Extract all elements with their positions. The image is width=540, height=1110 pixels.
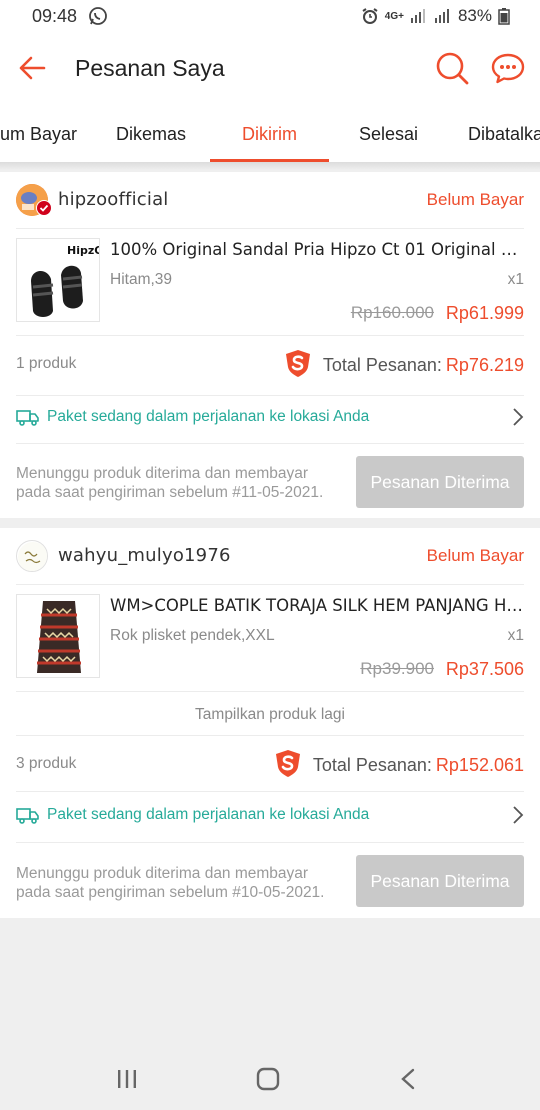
- product-variant: Hitam,39: [110, 271, 173, 288]
- order-received-button[interactable]: Pesanan Diterima: [356, 456, 524, 508]
- order-tabs: Belum Bayar Dikemas Dikirim Selesai Diba…: [0, 104, 540, 162]
- chat-icon[interactable]: [491, 52, 525, 89]
- product-thumbnail[interactable]: HipzO: [16, 238, 100, 322]
- home-icon[interactable]: [256, 1067, 280, 1096]
- chevron-right-icon: [512, 805, 524, 830]
- order-card[interactable]: hipzoofficial Belum Bayar HipzO 100% Ori…: [0, 172, 540, 518]
- order-status: Belum Bayar: [426, 190, 524, 209]
- shop-row[interactable]: hipzoofficial Belum Bayar: [0, 172, 540, 228]
- order-total: Total Pesanan: Rp76.219: [283, 348, 524, 383]
- divider: [16, 443, 524, 444]
- discounted-price: Rp61.999: [445, 303, 524, 323]
- divider: [16, 735, 524, 736]
- truck-icon: [16, 408, 40, 431]
- tab-belum-bayar[interactable]: Belum Bayar: [0, 124, 77, 145]
- shipping-status-text: Paket sedang dalam perjalanan ke lokasi …: [47, 806, 370, 823]
- shop-name: wahyu_mulyo1976: [58, 545, 231, 566]
- show-more-products[interactable]: Tampilkan produk lagi: [0, 706, 540, 724]
- tab-dikirim[interactable]: Dikirim: [242, 124, 297, 145]
- shipping-status-row[interactable]: Paket sedang dalam perjalanan ke lokasi …: [0, 396, 540, 440]
- original-price: Rp39.900: [360, 659, 434, 678]
- shipping-status-text: Paket sedang dalam perjalanan ke lokasi …: [47, 408, 370, 425]
- divider: [16, 842, 524, 843]
- divider: [16, 791, 524, 792]
- divider: [16, 691, 524, 692]
- whatsapp-icon: [88, 6, 108, 31]
- divider: [16, 335, 524, 336]
- product-count: 3 produk: [16, 755, 77, 772]
- product-name[interactable]: 100% Original Sandal Pria Hipzo Ct 01 Or…: [110, 240, 524, 259]
- nav-back-icon[interactable]: [400, 1068, 416, 1095]
- product-thumbnail[interactable]: [16, 594, 100, 678]
- discounted-price: Rp37.506: [445, 659, 524, 679]
- product-name[interactable]: WM>COPLE BATIK TORAJA SILK HEM PANJANG H…: [110, 596, 524, 615]
- total-value: Rp76.219: [445, 355, 524, 375]
- clock: 09:48: [32, 6, 78, 26]
- shield-icon: [273, 748, 303, 783]
- alarm-icon: [362, 8, 378, 24]
- shop-row[interactable]: wahyu_mulyo1976 Belum Bayar: [0, 528, 540, 584]
- battery-icon: [498, 8, 510, 25]
- battery-percent: 83%: [457, 6, 492, 25]
- status-bar: 09:48 4G+ 83%: [0, 0, 540, 34]
- top-bar: Pesanan Saya: [0, 34, 540, 104]
- total-value: Rp152.061: [435, 755, 524, 775]
- product-qty: x1: [507, 627, 524, 644]
- order-card[interactable]: wahyu_mulyo1976 Belum Bayar WM>COPLE BAT…: [0, 528, 540, 918]
- waiting-note: Menunggu produk diterima dan membayar pa…: [16, 865, 325, 901]
- product-variant: Rok plisket pendek,XXL: [110, 627, 275, 644]
- waiting-note: Menunggu produk diterima dan membayar pa…: [16, 465, 324, 501]
- original-price: Rp160.000: [350, 303, 434, 322]
- back-arrow-icon[interactable]: [16, 52, 48, 89]
- thumb-brand: HipzO: [67, 244, 100, 257]
- total-label: Total Pesanan:: [322, 355, 442, 375]
- truck-icon: [16, 806, 40, 829]
- shop-avatar: [16, 540, 48, 572]
- chevron-right-icon: [512, 407, 524, 432]
- divider: [16, 228, 524, 229]
- recent-apps-icon[interactable]: [116, 1068, 138, 1095]
- tabs-shadow: [0, 162, 540, 170]
- search-icon[interactable]: [434, 50, 470, 91]
- divider: [16, 584, 524, 585]
- page-title: Pesanan Saya: [75, 55, 225, 81]
- shop-name: hipzoofficial: [58, 189, 169, 210]
- total-label: Total Pesanan:: [312, 755, 432, 775]
- tab-dikemas[interactable]: Dikemas: [116, 124, 186, 145]
- tab-selesai[interactable]: Selesai: [359, 124, 418, 145]
- shield-icon: [283, 348, 313, 383]
- order-received-button[interactable]: Pesanan Diterima: [356, 855, 524, 907]
- signal-icon: [410, 9, 425, 23]
- product-qty: x1: [507, 271, 524, 288]
- verified-badge-icon: [36, 200, 52, 221]
- order-status: Belum Bayar: [426, 546, 524, 565]
- signal-icon-2: [434, 9, 449, 23]
- system-nav-bar: [0, 1050, 540, 1110]
- order-total: Total Pesanan: Rp152.061: [273, 748, 524, 783]
- network-type: 4G+: [384, 10, 404, 22]
- shipping-status-row[interactable]: Paket sedang dalam perjalanan ke lokasi …: [0, 794, 540, 838]
- tab-dibatalkan[interactable]: Dibatalkan: [468, 124, 540, 145]
- product-count: 1 produk: [16, 355, 77, 372]
